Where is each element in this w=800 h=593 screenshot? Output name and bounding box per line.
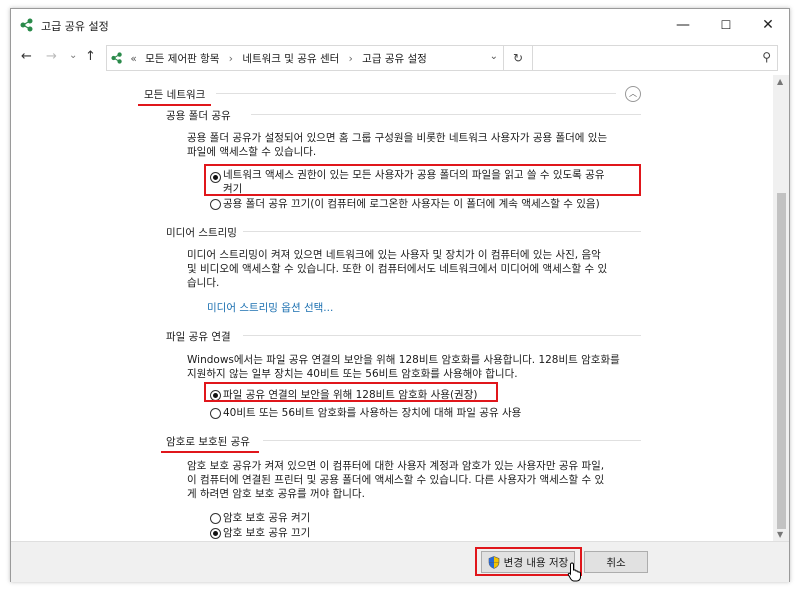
search-icon[interactable]: ⚲: [762, 50, 771, 64]
password-sharing-heading: 암호로 보호된 공유: [166, 436, 250, 448]
password-protection-off-radio[interactable]: [210, 528, 221, 539]
control-panel-icon: [111, 52, 122, 64]
search-box[interactable]: ⚲: [532, 45, 778, 71]
dialog-footer: 변경 내용 저장 취소: [11, 541, 789, 582]
breadcrumb-prefix[interactable]: «: [130, 53, 136, 65]
save-changes-button[interactable]: 변경 내용 저장: [481, 551, 575, 573]
breadcrumb-advanced-sharing[interactable]: 고급 공유 설정: [362, 53, 427, 65]
cancel-button[interactable]: 취소: [584, 551, 648, 573]
encryption-40-56-label[interactable]: 40비트 또는 56비트 암호화를 사용하는 장치에 대해 파일 공유 사용: [223, 405, 521, 420]
highlight-box: [204, 382, 498, 402]
password-sharing-description: 암호 보호 공유가 켜져 있으면 이 컴퓨터에 대한 사용자 계정과 암호가 있…: [187, 460, 605, 500]
divider: [243, 335, 641, 336]
divider: [251, 114, 641, 115]
recent-locations-button[interactable]: ⌄: [69, 50, 77, 61]
public-folder-off-label[interactable]: 공용 폴더 공유 끄기(이 컴퓨터에 로그온한 사용자는 이 폴더에 계속 액세…: [223, 196, 600, 211]
password-protection-on-radio[interactable]: [210, 513, 221, 524]
highlight-underline: [161, 451, 259, 453]
divider: [263, 440, 641, 441]
vertical-scrollbar[interactable]: ▲ ▼: [773, 75, 789, 541]
network-sharing-icon: [20, 18, 33, 32]
encryption-40-56-radio[interactable]: [210, 408, 221, 419]
address-dropdown-icon[interactable]: ⌄: [490, 51, 498, 62]
search-input[interactable]: [537, 48, 741, 70]
scroll-up-icon[interactable]: ▲: [777, 77, 783, 86]
breadcrumb-network-center[interactable]: 네트워크 및 공유 센터: [242, 53, 339, 65]
up-button[interactable]: ↑: [85, 49, 96, 64]
breadcrumb-separator[interactable]: ›: [349, 53, 353, 65]
scroll-down-icon[interactable]: ▼: [777, 530, 783, 539]
divider: [243, 231, 641, 232]
back-button[interactable]: ←: [21, 49, 32, 64]
window-title: 고급 공유 설정: [41, 20, 109, 33]
breadcrumb-control-panel[interactable]: 모든 제어판 항목: [145, 53, 219, 65]
highlight-box: [204, 164, 641, 196]
refresh-button[interactable]: ↻: [503, 46, 532, 70]
title-bar: 고급 공유 설정 — ☐ ✕: [11, 9, 789, 41]
minimize-button[interactable]: —: [662, 9, 704, 41]
collapse-chevron-icon[interactable]: ︿: [625, 86, 641, 102]
advanced-sharing-window: 고급 공유 설정 — ☐ ✕ ← → ⌄ ↑ « 모든 제어판 항목 › 네트워…: [10, 8, 790, 582]
close-button[interactable]: ✕: [747, 9, 789, 41]
maximize-button[interactable]: ☐: [705, 9, 747, 41]
media-streaming-heading: 미디어 스트리밍: [166, 227, 237, 239]
forward-button[interactable]: →: [46, 49, 57, 64]
mouse-cursor-icon: [567, 562, 581, 582]
public-folder-off-radio[interactable]: [210, 199, 221, 210]
scrollbar-thumb[interactable]: [777, 193, 786, 529]
password-protection-on-label[interactable]: 암호 보호 공유 켜기: [223, 510, 310, 525]
network-profile-heading[interactable]: 모든 네트워크: [144, 87, 205, 102]
breadcrumb-separator[interactable]: ›: [229, 53, 233, 65]
refresh-icon: ↻: [512, 51, 524, 65]
public-folder-description: 공용 폴더 공유가 설정되어 있으면 홈 그룹 구성원을 비롯한 네트워크 사용…: [187, 132, 608, 158]
uac-shield-icon: [488, 555, 499, 569]
file-sharing-description: Windows에서는 파일 공유 연결의 보안을 위해 128비트 암호화를 사…: [187, 354, 620, 380]
save-changes-label: 변경 내용 저장: [503, 556, 569, 569]
public-folder-heading: 공용 폴더 공유: [166, 110, 231, 122]
navigation-bar: ← → ⌄ ↑ « 모든 제어판 항목 › 네트워크 및 공유 센터 › 고급 …: [11, 41, 789, 75]
divider: [216, 93, 616, 94]
password-protection-off-label[interactable]: 암호 보호 공유 끄기: [223, 525, 310, 540]
highlight-underline: [138, 104, 211, 106]
settings-content: 모든 네트워크 ︿ 공용 폴더 공유 공용 폴더 공유가 설정되어 있으면 홈 …: [11, 75, 773, 541]
address-bar[interactable]: « 모든 제어판 항목 › 네트워크 및 공유 센터 › 고급 공유 설정 ⌄ …: [106, 45, 533, 71]
media-streaming-description: 미디어 스트리밍이 켜져 있으면 네트워크에 있는 사용자 및 장치가 이 컴퓨…: [187, 249, 608, 289]
file-sharing-heading: 파일 공유 연결: [166, 331, 231, 343]
media-streaming-options-link[interactable]: 미디어 스트리밍 옵션 선택...: [207, 300, 333, 315]
